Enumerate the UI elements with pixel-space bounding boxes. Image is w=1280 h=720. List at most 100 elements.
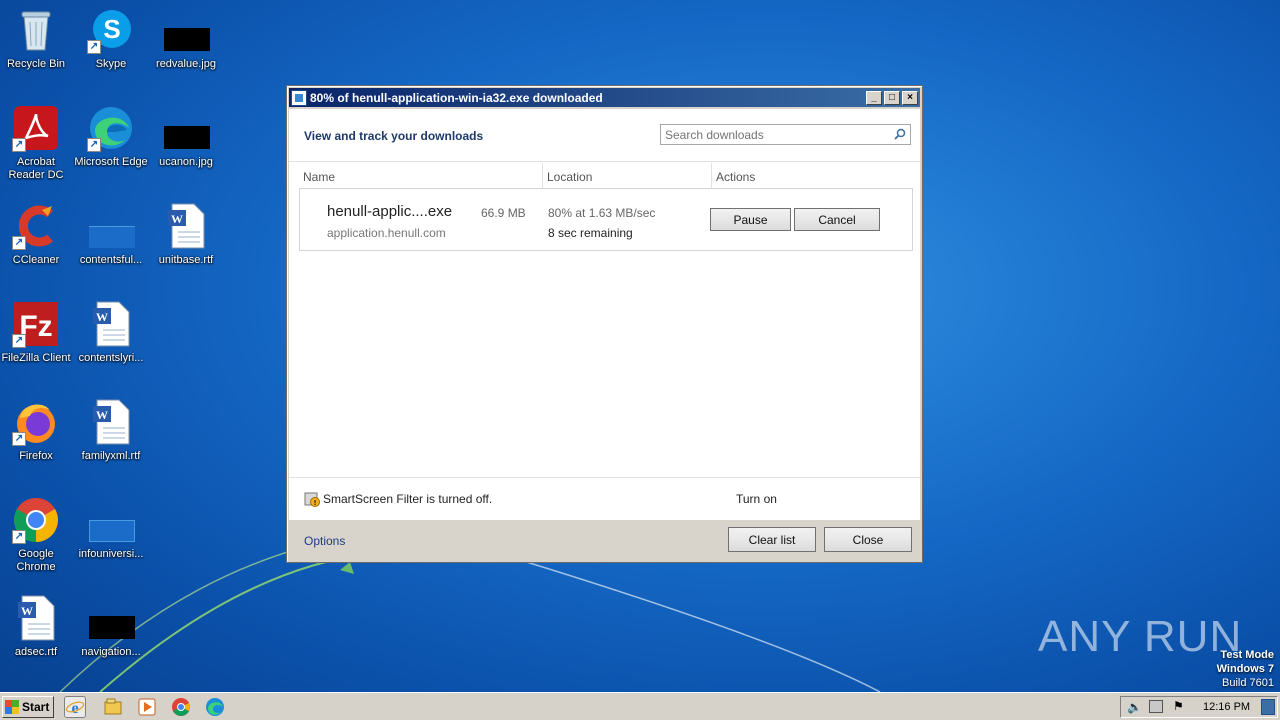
desktop-icon-adsec[interactable]: W adsec.rtf — [0, 594, 74, 659]
image-file-icon — [87, 202, 135, 250]
svg-text:W: W — [171, 212, 183, 226]
desktop-icon-contentsful[interactable]: contentsful... — [73, 202, 149, 267]
downloads-header: View and track your downloads — [289, 109, 920, 162]
desktop-icon-filezilla[interactable]: Fz ↗ FileZilla Client — [0, 300, 74, 365]
image-file-icon — [162, 6, 210, 54]
desktop-icon-acrobat[interactable]: ↗ Acrobat Reader DC — [0, 104, 74, 182]
firefox-icon: ↗ — [12, 398, 60, 446]
desktop-icon-label: contentsful... — [79, 254, 143, 266]
smartscreen-bar: ! SmartScreen Filter is turned off. Turn… — [289, 477, 920, 520]
maximize-button[interactable]: □ — [884, 90, 900, 105]
close-button[interactable]: Close — [824, 527, 912, 552]
desktop-icon-label: Google Chrome — [16, 548, 56, 573]
file-explorer-icon[interactable] — [102, 696, 124, 718]
pause-button[interactable]: Pause — [710, 208, 791, 231]
desktop-icon-label: ucanon.jpg — [159, 156, 213, 168]
desktop-icon-label: adsec.rtf — [14, 646, 58, 658]
windows-flag-icon — [5, 700, 19, 714]
svg-text:!: ! — [314, 500, 316, 507]
internet-explorer-icon[interactable]: e — [64, 696, 86, 718]
desktop-icon-recycle-bin[interactable]: Recycle Bin — [0, 6, 74, 71]
desktop-icon-label: Skype — [95, 58, 127, 70]
minimize-button[interactable]: _ — [866, 90, 882, 105]
word-document-icon: W — [162, 202, 210, 250]
desktop-icon-skype[interactable]: S ↗ Skype — [73, 6, 149, 71]
desktop-icon-ccleaner[interactable]: ↗ CCleaner — [0, 202, 74, 267]
word-document-icon: W — [12, 594, 60, 642]
shortcut-arrow-icon: ↗ — [12, 138, 26, 152]
download-time-remaining: 8 sec remaining — [548, 226, 633, 240]
cancel-button[interactable]: Cancel — [794, 208, 880, 231]
test-mode-notice: Test Mode Windows 7 Build 7601 — [1217, 648, 1274, 690]
page-title: View and track your downloads — [304, 129, 484, 143]
desktop-icon-label: CCleaner — [12, 254, 60, 266]
edge-icon: ↗ — [87, 104, 135, 152]
column-header-actions[interactable]: Actions — [712, 163, 913, 188]
download-file-name[interactable]: henull-applic....exe — [327, 203, 452, 220]
download-item: henull-applic....exe 66.9 MB application… — [299, 188, 913, 251]
action-center-flag-icon[interactable]: ⚑ — [1173, 699, 1184, 713]
system-tray: 🔈 ⚑ 12:16 PM — [1120, 696, 1278, 718]
close-window-button[interactable]: × — [902, 90, 918, 105]
download-manager-window: 80% of henull-application-win-ia32.exe d… — [286, 85, 923, 563]
clock[interactable]: 12:16 PM — [1203, 701, 1250, 713]
svg-text:W: W — [96, 408, 108, 422]
shortcut-arrow-icon: ↗ — [12, 236, 26, 250]
anyrun-watermark: ANY RUN — [1038, 612, 1243, 661]
taskbar: Start e 🔈 ⚑ 12:16 PM — [0, 692, 1280, 720]
os-label: Windows 7 — [1216, 663, 1274, 675]
shortcut-arrow-icon: ↗ — [12, 530, 26, 544]
build-label: Build 7601 — [1222, 677, 1274, 689]
download-progress-text: 80% at 1.63 MB/sec — [548, 206, 656, 220]
title-bar[interactable]: 80% of henull-application-win-ia32.exe d… — [289, 88, 920, 107]
column-header-location[interactable]: Location — [543, 163, 712, 188]
desktop-icon-chrome[interactable]: ↗ Google Chrome — [0, 496, 74, 574]
edge-taskbar-icon[interactable] — [204, 696, 226, 718]
desktop-icon-label: Firefox — [19, 450, 53, 462]
filezilla-icon: Fz ↗ — [12, 300, 60, 348]
desktop-icon-label: FileZilla Client — [1, 352, 71, 364]
acrobat-icon: ↗ — [12, 104, 60, 152]
turn-on-link[interactable]: Turn on — [736, 492, 777, 506]
desktop-icon-unitbase[interactable]: W unitbase.rtf — [148, 202, 224, 267]
word-document-icon: W — [87, 300, 135, 348]
ccleaner-icon: ↗ — [12, 202, 60, 250]
download-file-size: 66.9 MB — [481, 206, 526, 220]
options-link[interactable]: Options — [304, 534, 345, 548]
start-label: Start — [22, 700, 50, 714]
desktop-icon-firefox[interactable]: ↗ Firefox — [0, 398, 74, 463]
skype-icon: S ↗ — [87, 6, 135, 54]
test-mode-label: Test Mode — [1220, 649, 1274, 661]
network-icon[interactable] — [1149, 700, 1163, 713]
desktop-icon-familyxml[interactable]: W familyxml.rtf — [73, 398, 149, 463]
image-file-icon — [87, 496, 135, 544]
chrome-icon: ↗ — [12, 496, 60, 544]
desktop-icon-label: familyxml.rtf — [81, 450, 141, 462]
start-button[interactable]: Start — [2, 696, 54, 718]
desktop-icon-contentslyri[interactable]: W contentslyri... — [73, 300, 149, 365]
image-file-icon — [87, 594, 135, 642]
media-player-icon[interactable] — [136, 696, 158, 718]
desktop-icon-navigation[interactable]: navigation... — [73, 594, 149, 659]
clear-list-button[interactable]: Clear list — [728, 527, 816, 552]
desktop-icon-label: Recycle Bin — [6, 58, 66, 70]
desktop-icon-label: Acrobat Reader DC — [8, 156, 64, 181]
desktop-icon-redvalue[interactable]: redvalue.jpg — [148, 6, 224, 71]
desktop-icon-label: navigation... — [81, 646, 141, 658]
download-window-icon — [291, 89, 307, 106]
show-desktop-button[interactable] — [1261, 699, 1275, 715]
desktop-icon-ucanon[interactable]: ucanon.jpg — [148, 104, 224, 169]
column-header-name[interactable]: Name — [299, 163, 543, 188]
volume-icon[interactable]: 🔈 — [1127, 700, 1142, 714]
desktop-icon-label: unitbase.rtf — [158, 254, 214, 266]
image-file-icon — [162, 104, 210, 152]
search-input[interactable] — [661, 125, 886, 144]
chrome-taskbar-icon[interactable] — [170, 696, 192, 718]
desktop-icon-infouniversi[interactable]: infouniversi... — [73, 496, 149, 561]
downloads-panel: View and track your downloads Name Locat… — [289, 109, 920, 520]
warning-shield-icon: ! — [304, 492, 320, 507]
desktop-icon-edge[interactable]: ↗ Microsoft Edge — [73, 104, 149, 169]
search-icon[interactable] — [894, 128, 906, 140]
desktop-icon-label: contentslyri... — [78, 352, 144, 364]
window-title: 80% of henull-application-win-ia32.exe d… — [310, 90, 603, 105]
